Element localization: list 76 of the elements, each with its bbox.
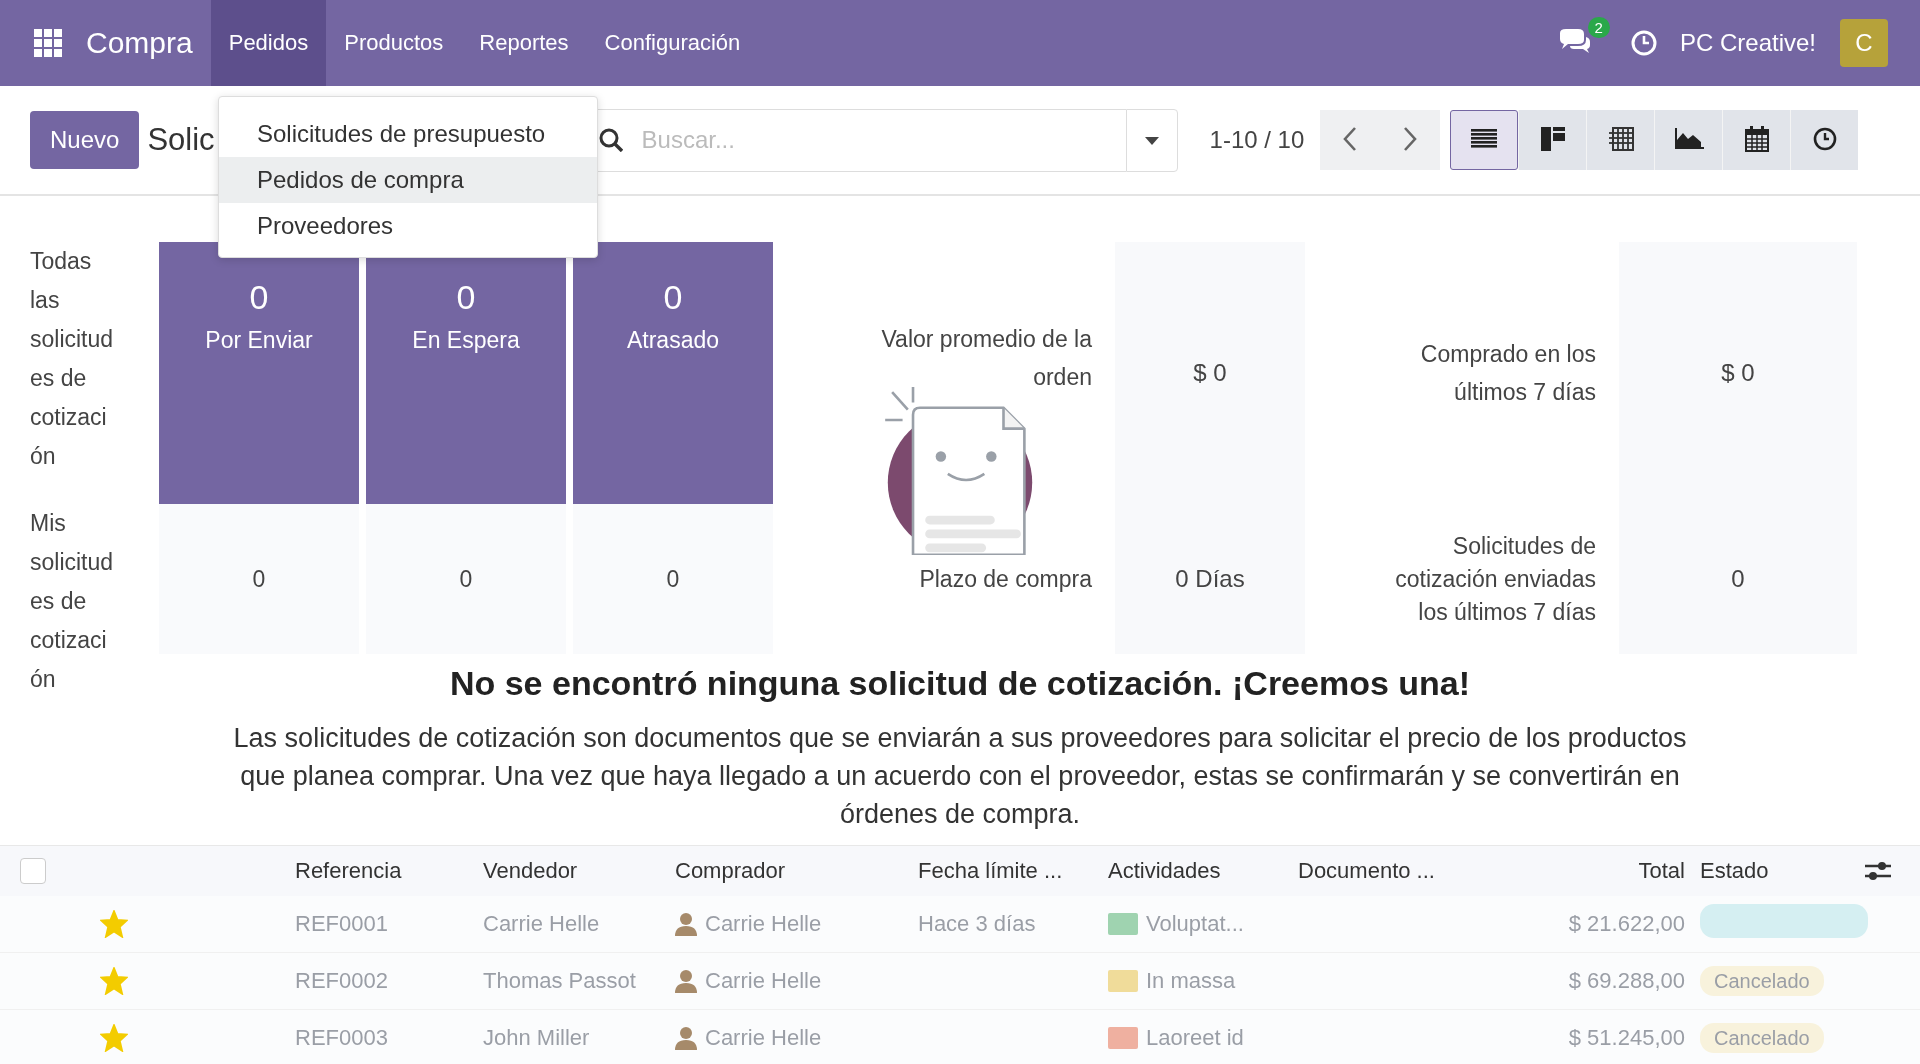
column-header[interactable]: Comprador [675, 858, 918, 884]
table-cell-text: Hace 3 días [918, 911, 1037, 937]
table-cell-text: $ 21.622,00 [1567, 911, 1685, 937]
star-icon[interactable] [100, 910, 128, 938]
column-header[interactable]: Fecha límite ... [918, 858, 1108, 884]
stat-label: Plazo de compra [918, 564, 1092, 594]
column-header[interactable]: Referencia [295, 858, 483, 884]
dropdown-item[interactable]: Pedidos de compra [219, 157, 597, 203]
view-switch-button[interactable] [1450, 110, 1519, 170]
table-cell: Carrie Helle [705, 911, 822, 937]
stat-value: 0 Días [1175, 565, 1245, 593]
column-header[interactable]: Actividades [1108, 858, 1298, 884]
table-cell-text: REF0003 [295, 1025, 389, 1051]
apps-menu-icon[interactable] [34, 29, 62, 57]
row-label: Todas las solicitudes de cotización [30, 247, 114, 471]
table-cell-text: REF0002 [295, 968, 389, 994]
area-chart-icon [1673, 127, 1704, 150]
column-header[interactable]: Vendedor [483, 858, 675, 884]
stat-tile[interactable]: 0 [366, 504, 566, 654]
chevron-left-icon [1343, 125, 1358, 152]
table-cell-text: Thomas Passot [483, 968, 637, 994]
stat-label: Comprado en los últimos 7 días [1419, 340, 1596, 407]
chevron-right-icon [1403, 125, 1418, 152]
page-title: Solic [147, 122, 215, 158]
empty-state-text: Las solicitudes de cotización son documentos que se enviarán a sus proveedores para solicitar el precio de los productos que planea comprar. Una vez que haya llegado a un acuerdo con el proveedor, estas se confirmarán y se convertirán en órdenes de compra. [232, 722, 1688, 831]
stat-tile[interactable]: 0 Por Enviar [159, 242, 359, 504]
menu-tab[interactable]: Pedidos [210, 0, 327, 86]
stat-label: Valor promedio de la orden [880, 325, 1092, 392]
empty-state-title: No se encontró ninguna solicitud de cotización. ¡Creemos una! [449, 663, 1471, 703]
person-icon [675, 1026, 697, 1050]
list-icon [1471, 128, 1498, 149]
table-cell: Carrie Helle [705, 1025, 822, 1051]
menu-tab[interactable]: Productos [326, 0, 462, 86]
status-badge: Cancelado [1700, 966, 1824, 996]
person-icon [675, 969, 697, 993]
notification-badge: 2 [1587, 17, 1610, 38]
menu-tab[interactable]: Reportes [461, 0, 587, 86]
company-name[interactable]: PC Creative! [1679, 29, 1816, 57]
row-label: Mis solicitudes de cotización [30, 509, 114, 694]
pager-value: 1-10 / 10 [1209, 126, 1305, 154]
table-grid-icon [1607, 126, 1634, 151]
table-cell-text: $ 69.288,00 [1567, 968, 1685, 994]
table-cell-text: Carrie Helle [483, 911, 601, 937]
caret-icon [1144, 136, 1159, 145]
stat-tile[interactable]: 0 [159, 504, 359, 654]
table-cell-text: $ 51.245,00 [1567, 1025, 1685, 1051]
person-icon [675, 912, 697, 936]
column-header[interactable]: Documento ... [1298, 858, 1525, 884]
kanban-icon [1540, 126, 1565, 151]
clock-icon [1812, 126, 1837, 151]
stat-value: $ 0 [1193, 359, 1227, 387]
stat-label: Solicitudes de cotización enviadas los últimos 7 días [1394, 531, 1596, 627]
stat-value: $ 0 [1721, 359, 1755, 387]
table-cell-text: REF0001 [295, 911, 389, 937]
stat-tile[interactable]: 0 Atrasado [573, 242, 773, 504]
chat-icon[interactable] [1557, 27, 1592, 55]
app-name: Compra [86, 26, 193, 60]
search-icon [598, 127, 623, 152]
table-cell: Laoreet id [1146, 1025, 1244, 1051]
settings-sliders-icon[interactable] [1865, 860, 1891, 882]
column-header[interactable]: Estado [1685, 858, 1865, 884]
stat-value: 0 [1731, 565, 1745, 593]
column-header[interactable]: Total [1525, 858, 1685, 884]
status-badge: Cancelado [1700, 1023, 1824, 1053]
table-cell: Voluptat... [1146, 911, 1244, 937]
menu-tab[interactable]: Configuración [586, 0, 759, 86]
star-icon[interactable] [100, 1024, 128, 1052]
new-button[interactable]: Nuevo [30, 111, 140, 169]
star-icon[interactable] [100, 967, 128, 995]
clock-icon[interactable] [1629, 29, 1658, 57]
table-cell-text: John Miller [483, 1025, 591, 1051]
table-cell: Carrie Helle [705, 968, 822, 994]
calendar-icon [1744, 125, 1769, 152]
stat-tile[interactable]: 0 [573, 504, 773, 654]
select-all-checkbox[interactable] [20, 858, 46, 884]
table-cell: In massa [1146, 968, 1236, 994]
